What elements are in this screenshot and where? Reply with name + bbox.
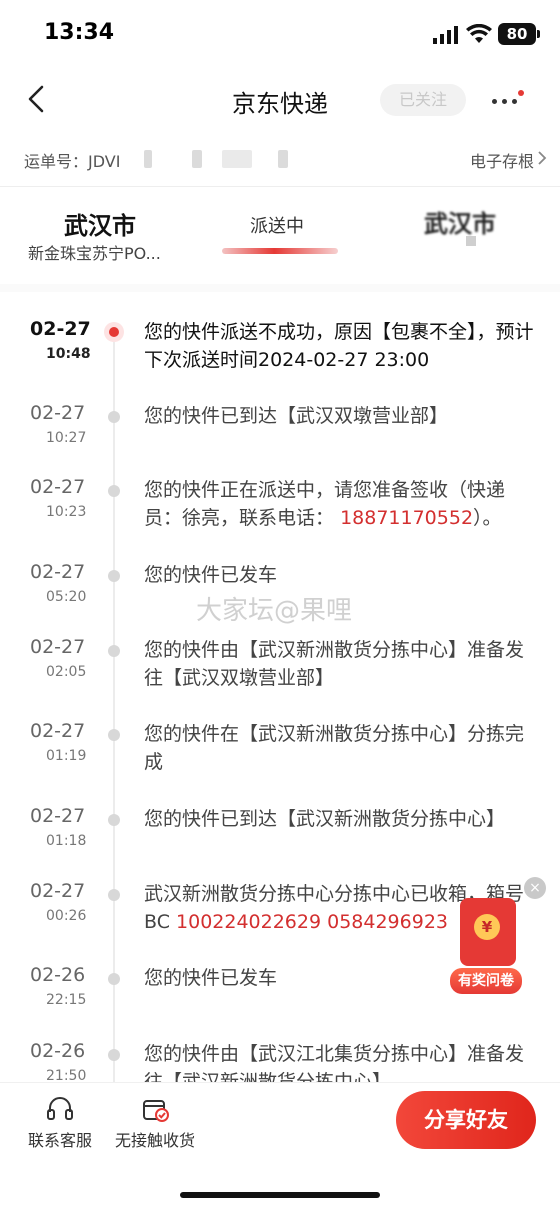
event-text-part: ）。 <box>473 507 502 529</box>
event-time: 22:15 <box>46 992 87 1008</box>
event-time: 05:20 <box>46 589 87 605</box>
event-time: 21:50 <box>46 1068 87 1082</box>
event-date: 02-27 <box>30 636 86 658</box>
waybill-row: 运单号：JDVI 电子存根 <box>0 138 560 182</box>
timeline-dot-icon <box>108 814 120 826</box>
timeline-dot-icon <box>108 485 120 497</box>
redacted-number <box>278 150 288 168</box>
timeline-dot-icon <box>108 889 120 901</box>
event-date: 02-26 <box>30 964 86 986</box>
event-text: 您的快件已到达【武汉新洲散货分拣中心】 <box>144 808 506 830</box>
coin-icon: ¥ <box>474 914 500 940</box>
redacted-number <box>192 150 202 168</box>
back-arrow-icon[interactable] <box>22 84 52 114</box>
signal-icon <box>433 26 458 44</box>
home-indicator <box>180 1192 380 1198</box>
contact-service-button[interactable]: 联系客服 <box>24 1095 96 1151</box>
event-date: 02-27 <box>30 402 86 424</box>
share-friends-button[interactable]: 分享好友 <box>396 1091 536 1149</box>
redacted-mark <box>466 236 476 246</box>
timeline-dot-icon <box>108 729 120 741</box>
box-code: 100224022629 0584296923 <box>176 911 448 933</box>
origin-city: 武汉市 <box>64 212 136 240</box>
event-text: 您的快件已到达【武汉双墩营业部】 <box>144 405 449 427</box>
event-text: 您的快件在【武汉新洲散货分拣中心】分拣完成 <box>144 723 525 773</box>
e-archive-link[interactable]: 电子存根 <box>470 148 534 172</box>
headset-icon <box>47 1097 73 1120</box>
event-date: 02-27 <box>30 318 91 340</box>
event-text: 您的快件正在派送中，请您准备签收（快递员：徐亮，联系电话： 1887117055… <box>144 476 534 532</box>
event-time: 10:48 <box>46 346 91 362</box>
follow-button[interactable]: 已关注 <box>380 84 466 116</box>
progress-bar <box>222 248 338 254</box>
waybill-number: 运单号：JDVI <box>24 152 121 171</box>
parcel-check-icon <box>143 1100 169 1122</box>
nav-bar: 京东快递 已关注 <box>0 70 560 130</box>
status-bar: 13:34 80 <box>0 0 560 70</box>
event-text: 您的快件已发车 <box>144 564 278 586</box>
contact-service-label: 联系客服 <box>27 1131 92 1150</box>
divider <box>0 186 560 187</box>
event-time: 01:19 <box>46 748 87 764</box>
destination-city: 武汉市 <box>424 210 496 238</box>
event-time: 10:27 <box>46 430 87 446</box>
route-header: 武汉市 新金珠宝苏宁PO... 派送中 武汉市 <box>0 190 560 280</box>
redacted-number <box>144 150 152 168</box>
timeline-line <box>113 328 115 1082</box>
event-time: 10:23 <box>46 504 87 520</box>
section-separator <box>0 284 560 292</box>
contactless-delivery-button[interactable]: 无接触收货 <box>110 1095 200 1151</box>
survey-label[interactable]: 有奖问卷 <box>450 968 522 994</box>
event-date: 02-27 <box>30 476 86 498</box>
bottom-action-bar: 联系客服 无接触收货 分享好友 <box>0 1082 560 1163</box>
page-title: 京东快递 <box>232 90 328 118</box>
contactless-delivery-label: 无接触收货 <box>114 1131 195 1150</box>
status-time: 13:34 <box>44 20 115 45</box>
timeline-dot-icon <box>108 973 120 985</box>
more-dots-icon[interactable] <box>490 90 524 110</box>
delivery-status: 派送中 <box>250 216 304 237</box>
event-text: 您的快件由【武汉江北集货分拣中心】准备发往【武汉新洲散货分拣中心】 <box>144 1043 525 1082</box>
battery-indicator: 80 <box>498 23 540 45</box>
event-text: 您的快件由【武汉新洲散货分拣中心】准备发往【武汉双墩营业部】 <box>144 639 525 689</box>
event-date: 02-27 <box>30 720 86 742</box>
event-time: 02:05 <box>46 664 87 680</box>
watermark: 大家坛@果哩 <box>196 596 353 626</box>
notification-dot <box>518 90 524 96</box>
timeline-dot-icon <box>108 645 120 657</box>
event-text: 您的快件派送不成功，原因【包裹不全】，预计下次派送时间2024-02-27 23… <box>144 321 534 371</box>
chevron-right-icon[interactable] <box>536 150 548 166</box>
event-date: 02-27 <box>30 880 86 902</box>
event-date: 02-27 <box>30 561 86 583</box>
current-dot-icon <box>104 322 124 342</box>
event-time: 01:18 <box>46 833 87 849</box>
timeline-dot-icon <box>108 1049 120 1061</box>
origin-store: 新金珠宝苏宁PO... <box>28 244 161 263</box>
timeline-dot-icon <box>108 411 120 423</box>
event-time: 00:26 <box>46 908 87 924</box>
timeline-dot-icon <box>108 570 120 582</box>
courier-phone-link[interactable]: 18871170552 <box>340 507 473 529</box>
event-date: 02-27 <box>30 805 86 827</box>
event-date: 02-26 <box>30 1040 86 1062</box>
close-icon[interactable]: × <box>524 877 546 899</box>
redacted-number <box>222 150 252 168</box>
survey-badge[interactable]: ¥ 有奖问卷 × <box>448 877 546 998</box>
wifi-icon <box>466 24 492 43</box>
